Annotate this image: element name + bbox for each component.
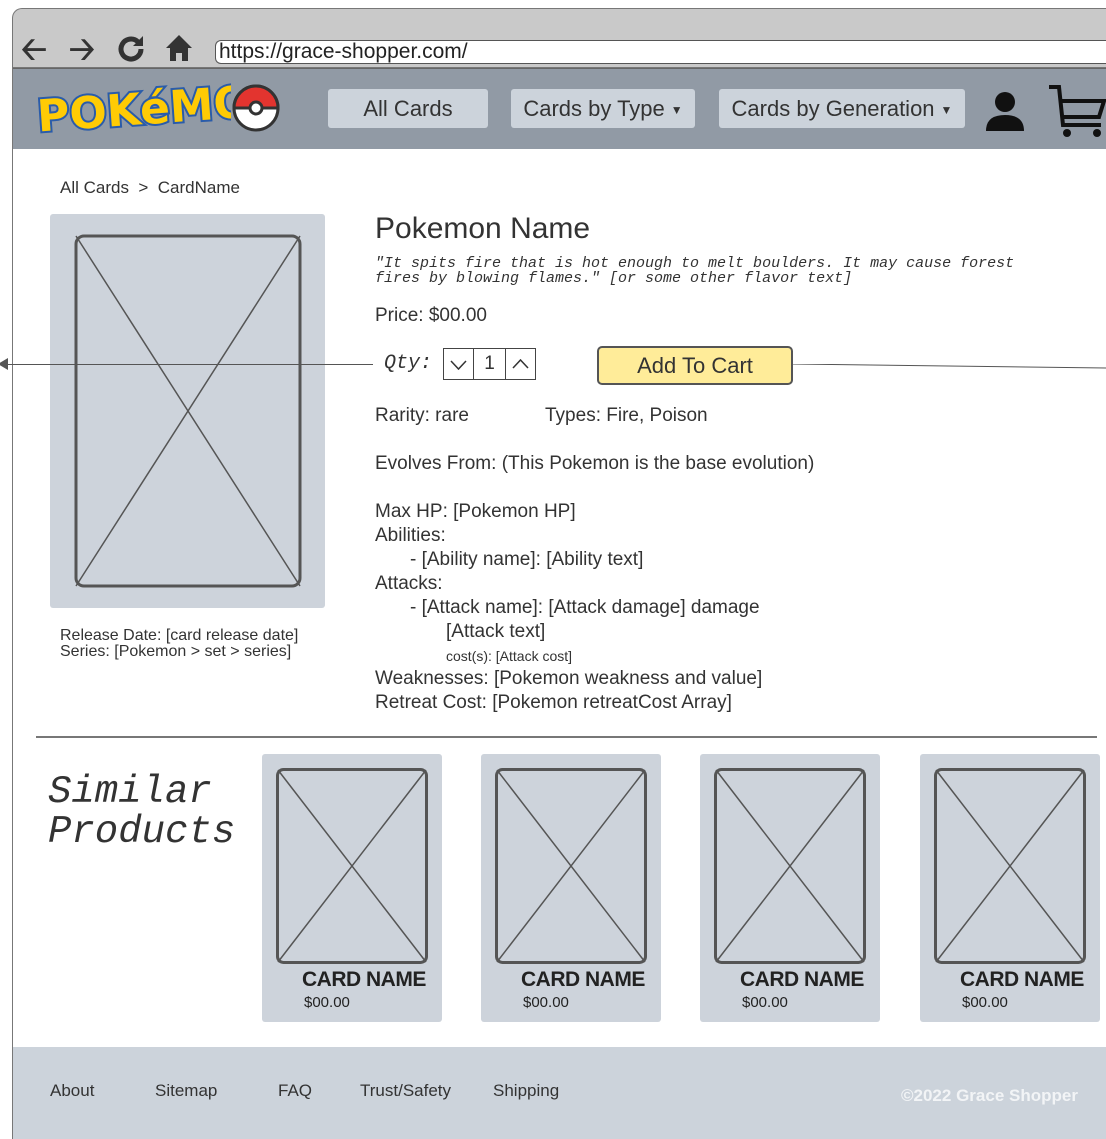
chevron-down-icon: ▼ bbox=[940, 103, 953, 118]
page-border bbox=[12, 68, 13, 1139]
qty-increment-button[interactable] bbox=[505, 348, 536, 380]
similar-card[interactable]: CARD NAME $00.00 bbox=[700, 754, 880, 1022]
url-bar[interactable]: https://grace-shopper.com/ bbox=[215, 40, 1106, 64]
product-price: Price: $00.00 bbox=[375, 305, 487, 326]
copyright: ©2022 Grace Shopper bbox=[901, 1086, 1078, 1105]
title-line: Similar bbox=[48, 770, 212, 814]
title-line: Products bbox=[48, 810, 236, 854]
card-price: $00.00 bbox=[962, 994, 1008, 1011]
home-icon[interactable] bbox=[165, 33, 193, 68]
abilities-label: Abilities: bbox=[375, 525, 446, 546]
add-to-cart-button[interactable]: Add To Cart bbox=[597, 346, 793, 385]
max-hp: Max HP: [Pokemon HP] bbox=[375, 501, 576, 522]
similar-card[interactable]: CARD NAME $00.00 bbox=[481, 754, 661, 1022]
chevron-down-icon: ▼ bbox=[670, 103, 683, 118]
nav-cards-by-generation-label: Cards by Generation bbox=[731, 96, 935, 121]
footer-link-shipping[interactable]: Shipping bbox=[493, 1081, 559, 1101]
card-price: $00.00 bbox=[742, 994, 788, 1011]
pokeball-icon bbox=[232, 84, 280, 132]
qty-label: Qty: bbox=[384, 352, 433, 375]
reload-icon[interactable] bbox=[115, 33, 147, 70]
similar-card[interactable]: CARD NAME $00.00 bbox=[262, 754, 442, 1022]
nav-all-cards-label: All Cards bbox=[363, 96, 453, 121]
annotation-line bbox=[0, 364, 373, 365]
annotation-line bbox=[793, 364, 1106, 369]
pokemon-logo[interactable]: POKéMON bbox=[31, 79, 231, 141]
footer-link-faq[interactable]: FAQ bbox=[278, 1081, 312, 1101]
card-price: $00.00 bbox=[523, 994, 569, 1011]
chevron-up-icon bbox=[512, 358, 529, 369]
release-info: Release Date: [card release date] Series… bbox=[60, 628, 298, 660]
site-footer: About Sitemap FAQ Trust/Safety Shipping … bbox=[13, 1047, 1106, 1139]
flavor-line: "It spits fire that is hot enough to mel… bbox=[375, 255, 1015, 272]
ability-item: - [Ability name]: [Ability text] bbox=[410, 549, 644, 570]
image-placeholder-icon bbox=[495, 768, 647, 964]
similar-products-title: Similar Products bbox=[48, 772, 235, 852]
nav-cards-by-type-label: Cards by Type bbox=[523, 96, 665, 121]
image-placeholder-icon bbox=[934, 768, 1086, 964]
card-price: $00.00 bbox=[304, 994, 350, 1011]
card-name: CARD NAME bbox=[302, 968, 426, 991]
evolves-from: Evolves From: (This Pokemon is the base … bbox=[375, 453, 815, 474]
attack-text: [Attack text] bbox=[446, 621, 546, 642]
series: Series: [Pokemon > set > series] bbox=[60, 643, 292, 660]
browser-toolbar: 🡠 🡢 https://grace-shopper.com/ bbox=[12, 8, 1106, 68]
product-name: Pokemon Name bbox=[375, 212, 591, 245]
cart-icon[interactable] bbox=[1047, 83, 1106, 139]
site-header: POKéMON All Cards Cards by Type ▼ Cards b… bbox=[13, 68, 1106, 149]
footer-link-trust-safety[interactable]: Trust/Safety bbox=[360, 1081, 451, 1101]
flavor-text: "It spits fire that is hot enough to mel… bbox=[375, 256, 1065, 286]
similar-card[interactable]: CARD NAME $00.00 bbox=[920, 754, 1100, 1022]
user-icon[interactable] bbox=[983, 91, 1027, 131]
types: Types: Fire, Poison bbox=[545, 405, 708, 426]
svg-text:POKéMON: POKéMON bbox=[35, 79, 231, 141]
attacks-label: Attacks: bbox=[375, 573, 443, 594]
attack-item: - [Attack name]: [Attack damage] damage bbox=[410, 597, 760, 618]
nav-all-cards[interactable]: All Cards bbox=[328, 89, 488, 128]
card-name: CARD NAME bbox=[740, 968, 864, 991]
arrow-head-icon bbox=[0, 358, 8, 370]
product-image bbox=[50, 214, 325, 608]
back-arrow-icon[interactable]: 🡠 bbox=[21, 33, 47, 65]
image-placeholder-icon bbox=[74, 234, 302, 588]
nav-cards-by-generation[interactable]: Cards by Generation ▼ bbox=[719, 89, 965, 128]
nav-cards-by-type[interactable]: Cards by Type ▼ bbox=[511, 89, 695, 128]
section-divider bbox=[36, 736, 1097, 738]
qty-input[interactable]: 1 bbox=[473, 348, 506, 380]
release-date: Release Date: [card release date] bbox=[60, 627, 299, 644]
footer-link-sitemap[interactable]: Sitemap bbox=[155, 1081, 217, 1101]
attack-cost: cost(s): [Attack cost] bbox=[446, 648, 573, 664]
footer-link-about[interactable]: About bbox=[50, 1081, 94, 1101]
image-placeholder-icon bbox=[714, 768, 866, 964]
qty-decrement-button[interactable] bbox=[443, 348, 474, 380]
forward-arrow-icon[interactable]: 🡢 bbox=[69, 33, 95, 65]
weaknesses: Weaknesses: [Pokemon weakness and value] bbox=[375, 668, 763, 689]
rarity: Rarity: rare bbox=[375, 405, 469, 426]
breadcrumb[interactable]: All Cards > CardName bbox=[60, 178, 240, 198]
retreat-cost: Retreat Cost: [Pokemon retreatCost Array… bbox=[375, 692, 732, 713]
image-placeholder-icon bbox=[276, 768, 428, 964]
card-name: CARD NAME bbox=[521, 968, 645, 991]
card-name: CARD NAME bbox=[960, 968, 1084, 991]
flavor-line: fires by blowing flames." [or some other… bbox=[375, 270, 853, 287]
chevron-down-icon bbox=[450, 360, 467, 371]
